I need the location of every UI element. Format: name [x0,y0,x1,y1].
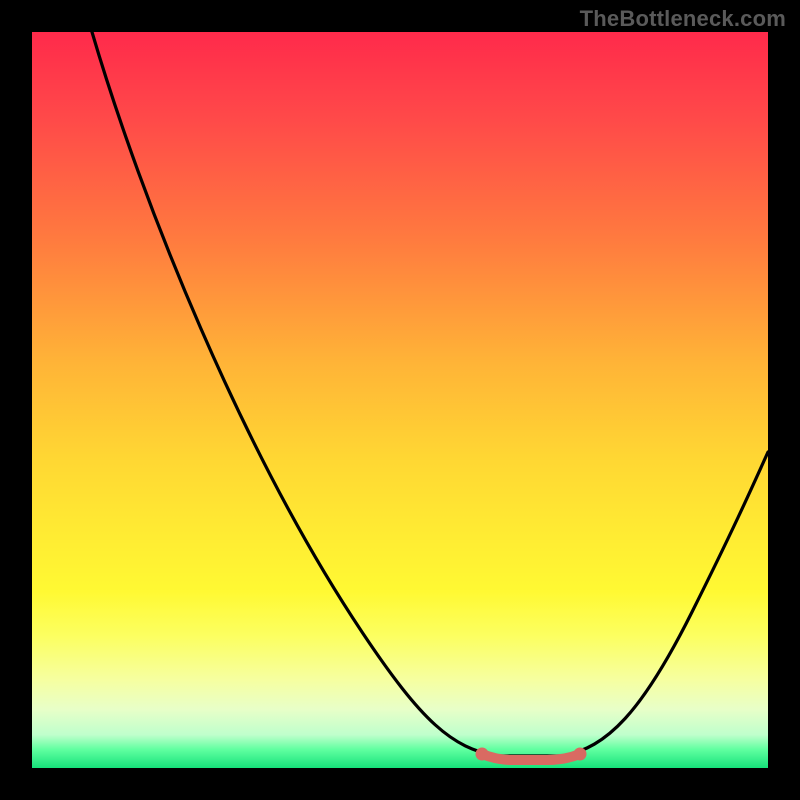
optimal-zone-left-dot [476,748,489,761]
bottleneck-curve [32,32,768,768]
chart-frame: TheBottleneck.com [0,0,800,800]
watermark-text: TheBottleneck.com [580,6,786,32]
plot-area [32,32,768,768]
deviation-curve-path [92,32,768,756]
optimal-zone-right-dot [574,748,587,761]
